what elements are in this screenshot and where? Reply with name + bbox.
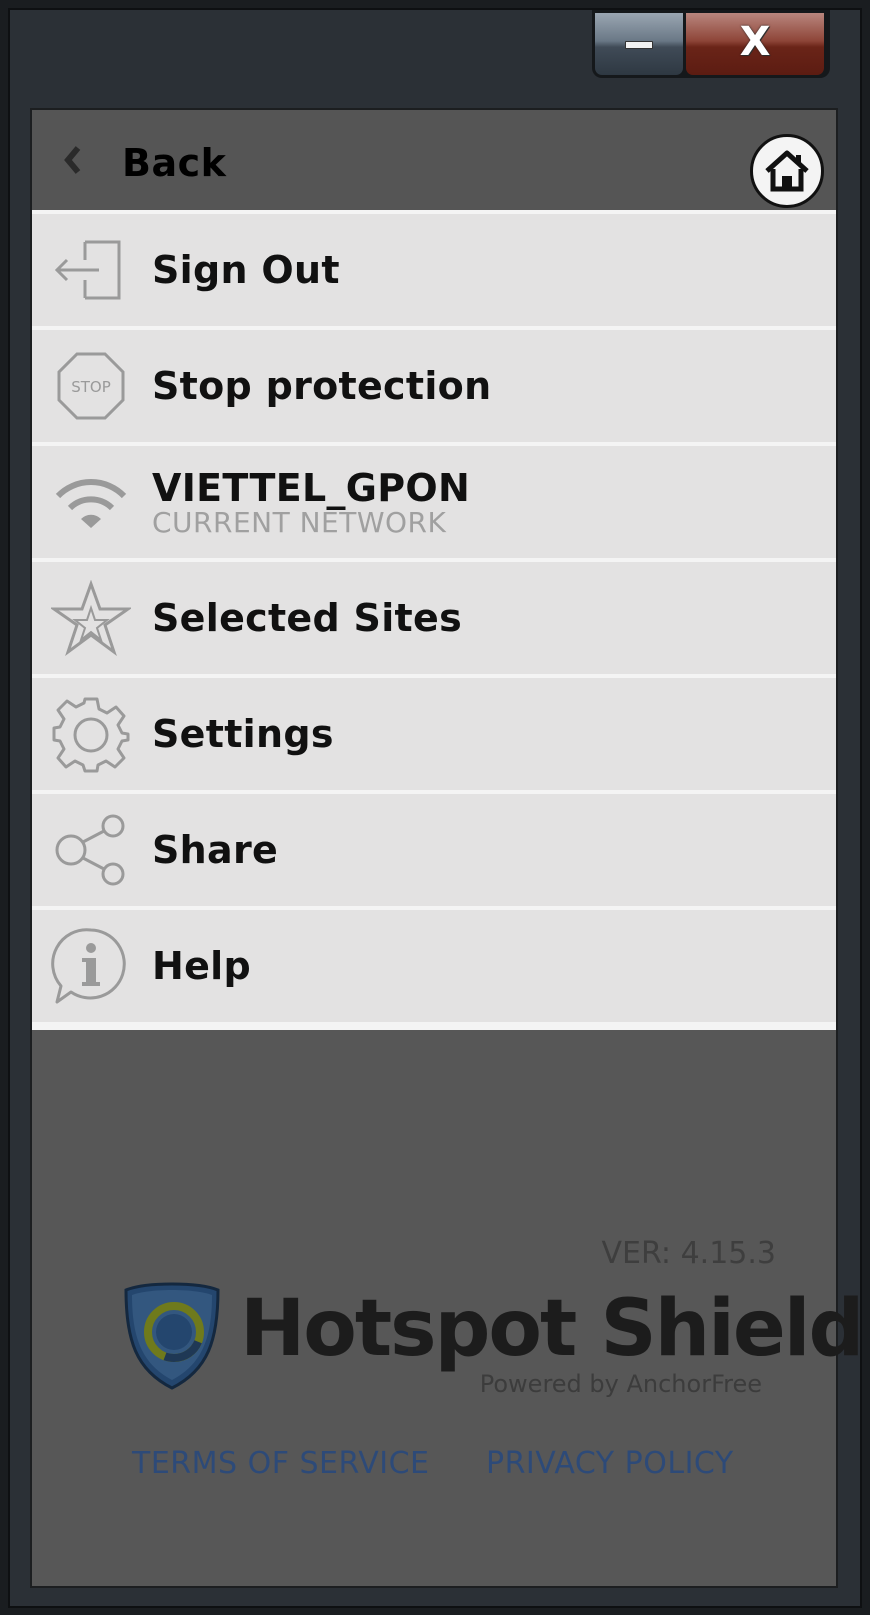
sign-out-icon	[50, 229, 132, 311]
network-name: VIETTEL_GPON	[152, 465, 471, 510]
menu-label: Sign Out	[152, 248, 340, 292]
privacy-policy-link[interactable]: PRIVACY POLICY	[486, 1446, 734, 1481]
network-sublabel: CURRENT NETWORK	[152, 505, 447, 539]
menu-item-settings[interactable]: Settings	[32, 674, 836, 790]
main-panel: Back Sign Out STOP Stop protection VIETT…	[30, 108, 864, 1588]
gear-icon	[50, 693, 132, 775]
shield-logo-icon	[124, 1282, 220, 1390]
menu-label: Help	[152, 944, 252, 988]
minimize-button[interactable]	[595, 13, 683, 75]
header: Back	[32, 110, 836, 210]
menu-item-selected-sites[interactable]: Selected Sites	[32, 558, 836, 674]
stop-sign-icon: STOP	[50, 345, 132, 427]
stop-sign-text: STOP	[71, 378, 111, 396]
menu-item-current-network[interactable]: VIETTEL_GPON CURRENT NETWORK	[32, 442, 836, 558]
menu-item-share[interactable]: Share	[32, 790, 836, 906]
brand-tagline: Powered by AnchorFree	[479, 1370, 762, 1398]
back-button[interactable]: Back	[62, 138, 226, 188]
terms-of-service-link[interactable]: TERMS OF SERVICE	[132, 1446, 429, 1481]
menu-item-stop-protection[interactable]: STOP Stop protection	[32, 326, 836, 442]
back-label: Back	[122, 141, 227, 185]
menu-item-help[interactable]: Help	[32, 906, 836, 1030]
title-bar: X	[10, 10, 860, 108]
menu-list: Sign Out STOP Stop protection VIETTEL_GP…	[32, 210, 836, 1030]
close-button[interactable]: X	[686, 13, 824, 75]
home-icon	[765, 150, 809, 192]
app-window: X Back Sign Out STOP Stop protection VIE…	[8, 8, 864, 1608]
chevron-left-icon	[62, 141, 122, 185]
version-label: VER: 4.15.3	[601, 1236, 776, 1271]
minimize-icon	[625, 41, 653, 49]
wifi-icon	[50, 461, 132, 543]
menu-label: Selected Sites	[152, 596, 462, 640]
home-button[interactable]	[750, 134, 824, 208]
brand-name: Hotspot Shield	[240, 1284, 864, 1374]
brand-logo: Hotspot Shield Powered by AnchorFree	[122, 1278, 864, 1398]
close-icon: X	[739, 19, 771, 65]
menu-label: Share	[152, 828, 279, 872]
info-icon	[50, 925, 132, 1007]
menu-item-sign-out[interactable]: Sign Out	[32, 210, 836, 326]
window-controls: X	[592, 10, 830, 78]
menu-label: Settings	[152, 712, 334, 756]
menu-label: Stop protection	[152, 364, 492, 408]
star-icon	[50, 577, 132, 659]
share-icon	[50, 809, 132, 891]
